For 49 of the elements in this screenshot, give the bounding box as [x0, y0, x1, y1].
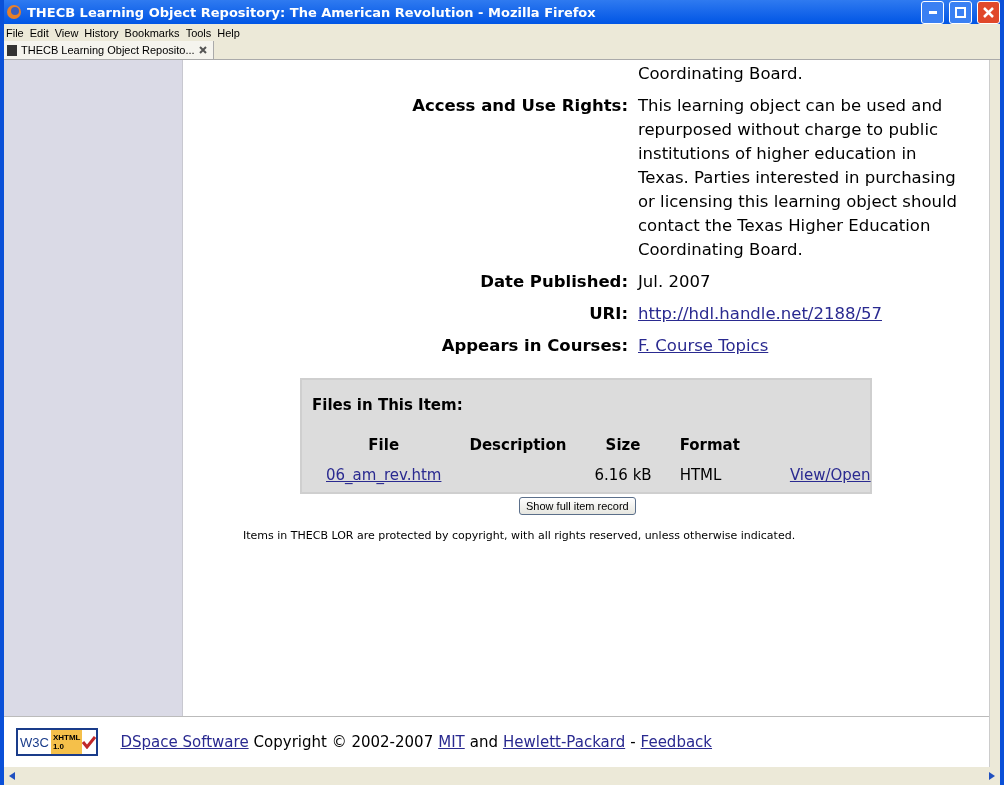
column-header: Format — [678, 435, 741, 456]
footer-link[interactable]: Feedback — [640, 733, 713, 751]
field-label: URI: — [588, 303, 628, 325]
page-icon — [7, 44, 17, 56]
footer-link[interactable]: MIT — [438, 733, 465, 751]
footer-text: and — [469, 733, 498, 751]
field-value: This learning object can be used and repurposed without charge to public institutions of higher education in Texas. Parties interested in purchasing or licensing this learning object should contact the Texas Higher Education Coordinating Board. — [638, 95, 958, 261]
table-cell-text: 6.16 kB — [593, 465, 653, 486]
menu-item[interactable]: Tools — [185, 26, 212, 39]
menu-item[interactable]: Help — [217, 26, 240, 39]
panel-heading: Files in This Item: — [312, 396, 464, 414]
show-record-button[interactable]: Show full item record — [519, 497, 636, 515]
menu-item[interactable]: Edit — [29, 26, 49, 39]
window-title: THECB Learning Object Repository: The American Revolution - Mozilla Firefox — [27, 4, 597, 20]
copyright-notice: Items in THECB LOR are protected by copyright, with all rights reserved, unless otherwise indicated. — [243, 529, 797, 542]
column-header: Description — [468, 435, 568, 456]
minimize-icon — [928, 10, 937, 14]
footer-link[interactable]: DSpace Software — [120, 733, 249, 751]
field-value: Jul. 2007 — [638, 271, 712, 293]
browser-tab[interactable]: THECB Learning Object Reposito... — [4, 41, 214, 59]
close-icon — [983, 6, 994, 18]
view-link[interactable]: View/Open — [789, 466, 871, 484]
menu-item[interactable]: File — [6, 26, 24, 39]
file-link[interactable]: 06_am_rev.htm — [326, 466, 442, 484]
field-value: Coordinating Board. — [638, 63, 804, 85]
field-label: Appears in Courses: — [440, 335, 628, 357]
menu-item[interactable]: View — [54, 26, 79, 39]
link[interactable]: http://hdl.handle.net/2188/57 — [638, 304, 882, 323]
menu-item[interactable]: History — [84, 26, 119, 39]
link[interactable]: F. Course Topics — [638, 336, 769, 355]
globe-icon — [6, 4, 22, 20]
table-cell-text: HTML — [678, 465, 723, 486]
footer-text: Copyright © 2002-2007 — [253, 733, 434, 751]
minimize-button[interactable] — [921, 0, 944, 24]
close-button[interactable] — [977, 0, 1000, 24]
maximize-button[interactable] — [949, 0, 972, 24]
field-label: Date Published: — [479, 271, 628, 293]
footer-text: - — [630, 733, 636, 751]
field-label: Access and Use Rights: — [411, 95, 628, 117]
scrollbar[interactable] — [989, 60, 1000, 767]
right-arrow-icon[interactable] — [987, 771, 997, 781]
column-header: File — [367, 435, 401, 456]
scrollbar[interactable] — [4, 767, 1000, 785]
maximize-icon — [955, 6, 966, 18]
footer-link[interactable]: Hewlett-Packard — [502, 733, 626, 751]
column-header: Size — [604, 435, 642, 456]
close-icon[interactable] — [198, 46, 207, 54]
left-arrow-icon[interactable] — [7, 771, 17, 781]
menu-item[interactable]: Bookmarks — [124, 26, 180, 39]
